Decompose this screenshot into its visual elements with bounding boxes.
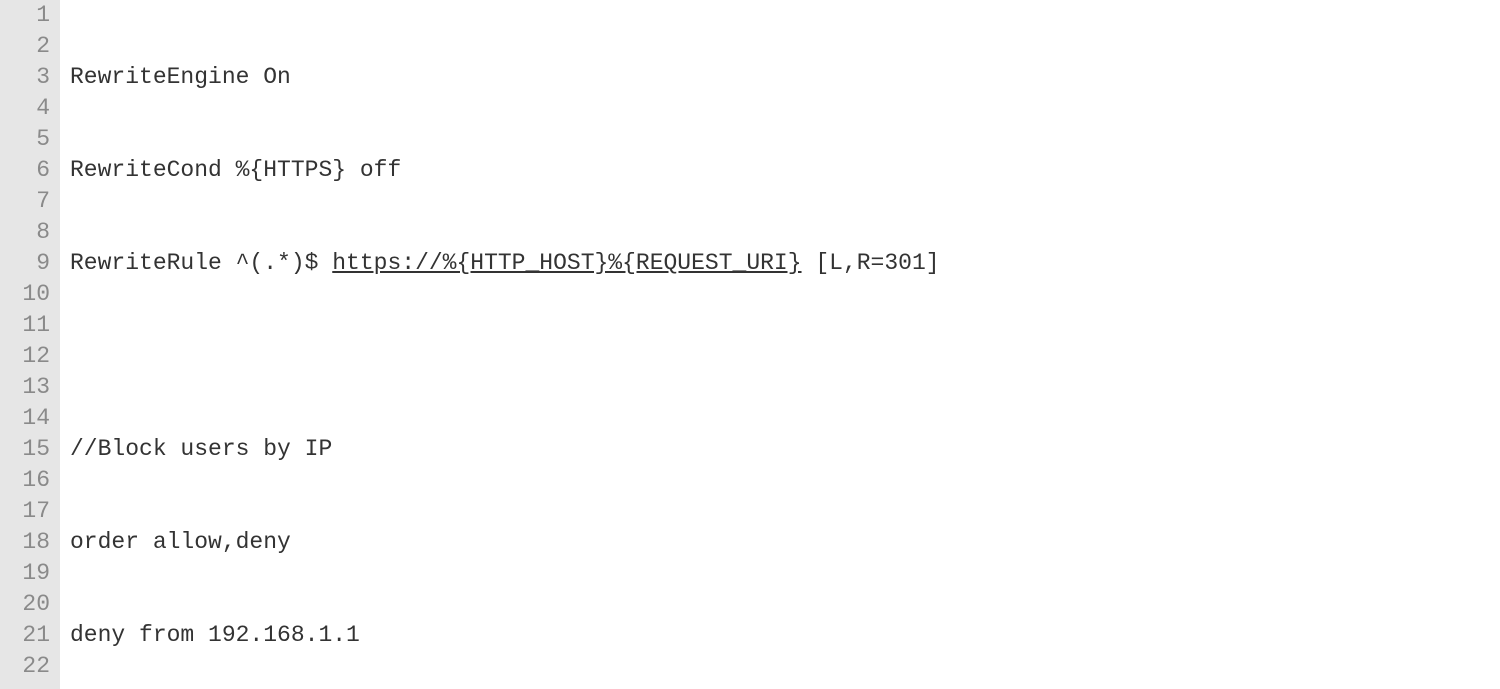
line-number: 17 [0,496,50,527]
line-number: 13 [0,372,50,403]
code-text: [L,R=301] [802,250,940,276]
line-number: 6 [0,155,50,186]
line-number: 9 [0,248,50,279]
line-number: 12 [0,341,50,372]
line-number: 16 [0,465,50,496]
code-line: //Block users by IP [70,434,940,465]
line-number: 15 [0,434,50,465]
line-number: 20 [0,589,50,620]
line-number: 8 [0,217,50,248]
line-number: 22 [0,651,50,682]
code-text: deny from 192.168.1.1 [70,622,360,648]
line-number: 19 [0,558,50,589]
code-line: RewriteEngine On [70,62,940,93]
line-number: 21 [0,620,50,651]
line-number: 1 [0,0,50,31]
line-number: 10 [0,279,50,310]
code-text: RewriteRule ^(.*)$ [70,250,332,276]
code-line: RewriteRule ^(.*)$ https://%{HTTP_HOST}%… [70,248,940,279]
line-number: 18 [0,527,50,558]
line-number: 5 [0,124,50,155]
line-number: 3 [0,62,50,93]
line-number: 2 [0,31,50,62]
line-number: 4 [0,93,50,124]
code-line: order allow,deny [70,527,940,558]
line-number: 14 [0,403,50,434]
code-line: deny from 192.168.1.1 [70,620,940,651]
line-number: 7 [0,186,50,217]
line-number-gutter: 1 2 3 4 5 6 7 8 9 10 11 12 13 14 15 16 1… [0,0,60,689]
code-line [70,341,940,372]
line-number: 11 [0,310,50,341]
code-text: order allow,deny [70,529,291,555]
code-text: RewriteCond %{HTTPS} off [70,157,401,183]
code-editor: 1 2 3 4 5 6 7 8 9 10 11 12 13 14 15 16 1… [0,0,1500,689]
code-link[interactable]: https://%{HTTP_HOST}%{REQUEST_URI} [332,250,801,276]
code-text: RewriteEngine On [70,64,291,90]
code-text: //Block users by IP [70,436,332,462]
code-content[interactable]: RewriteEngine On RewriteCond %{HTTPS} of… [60,0,940,689]
code-line: RewriteCond %{HTTPS} off [70,155,940,186]
